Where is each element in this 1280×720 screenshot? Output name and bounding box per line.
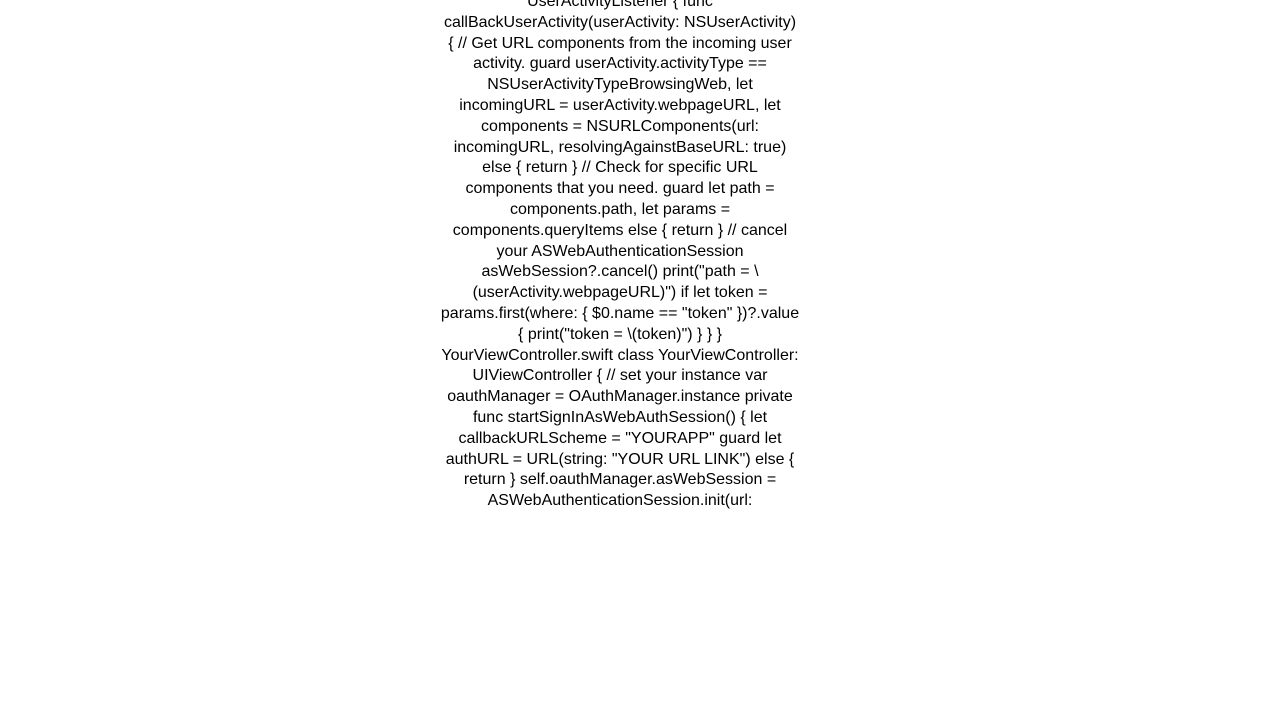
code-snippet-text: UserActivityListener { func callBackUser… bbox=[440, 0, 800, 510]
page-viewport: UserActivityListener { func callBackUser… bbox=[0, 0, 1280, 720]
